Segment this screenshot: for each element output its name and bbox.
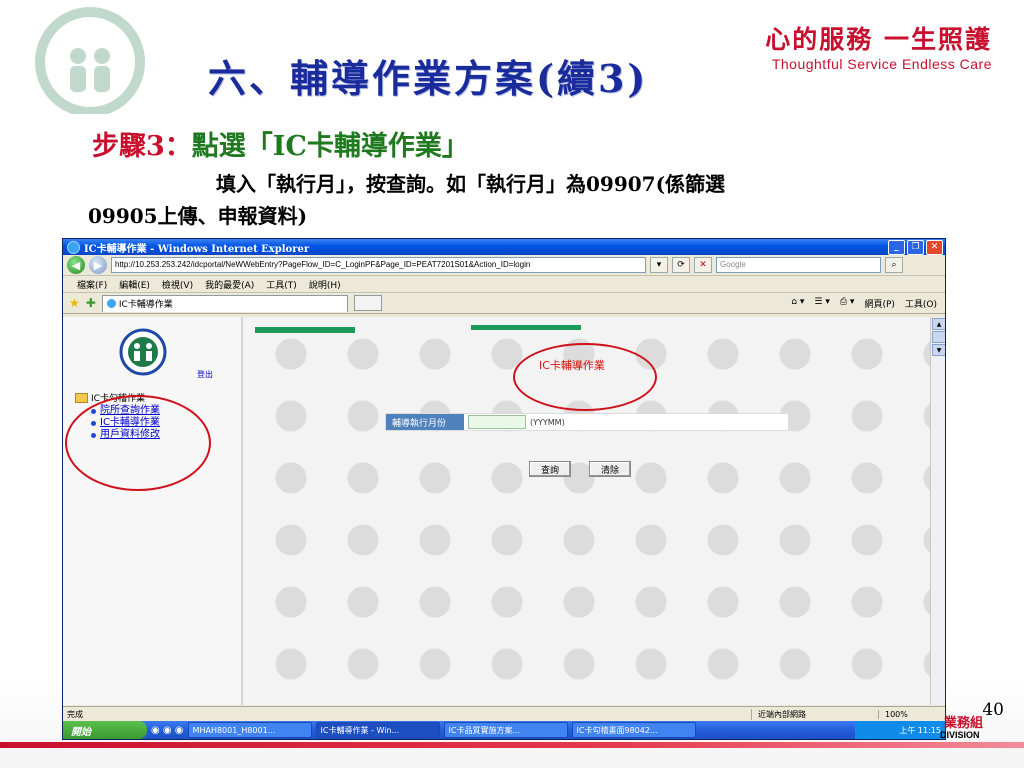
dropdown-icon[interactable]: ▾ [650,257,668,273]
page-number: 40 [982,700,1004,720]
tab-ie-icon [106,299,116,308]
slide-title: 六、輔導作業方案(續3) [208,56,649,101]
feeds-icon[interactable]: ☰ ▾ [814,297,829,310]
close-icon[interactable]: ✕ [926,239,943,255]
status-text: 完成 [67,709,83,719]
description-line-2: 09905上傳、申報資料) [88,204,308,228]
slogan-english: Thoughtful Service Endless Care [771,56,992,72]
command-bar: ⌂ ▾ ☰ ▾ ⎙ ▾ 網頁(P) 工具(O) [791,297,945,310]
menu-file[interactable]: 檔案(F) [77,278,107,291]
tab-ic-card[interactable]: IC卡輔導作業 [101,294,348,312]
logout-link[interactable]: 登出 [197,369,213,380]
quicklaunch-icons[interactable]: ◉ ◉ ◉ [151,725,184,736]
month-field-label: 輔導執行月份 [386,414,464,430]
maximize-icon[interactable]: ❐ [907,239,924,255]
tab-label: IC卡輔導作業 [118,300,173,310]
slogan-chinese: 心的服務 一生照護 [765,25,992,54]
browser-title: IC卡輔導作業 - Windows Internet Explorer [84,243,310,255]
minimize-icon[interactable]: _ [888,239,905,255]
month-input[interactable] [468,415,526,429]
bottom-stripe [0,742,1024,748]
print-icon[interactable]: ⎙ ▾ [840,297,855,310]
vertical-scrollbar[interactable]: ▲ ▼ [930,317,945,705]
footer-division-cn: 業務組 [944,716,984,731]
left-frame: 登出 IC卡勾稽作業 院所查詢作業 IC卡輔導作業 用戶資料修改 [63,317,243,705]
add-favorite-icon[interactable]: ✚ [86,296,96,310]
browser-window: IC卡輔導作業 - Windows Internet Explorer _ ❐ … [62,238,946,740]
highlight-circle-title [513,343,657,411]
refresh-icon[interactable]: ⟳ [672,257,690,273]
main-frame: IC卡輔導作業 輔導執行月份 (YYYMM) 查詢 清除 [243,317,931,705]
step-label: 步驟3： [92,131,192,162]
system-tray-clock[interactable]: 上午 11:15 [855,721,945,739]
scroll-thumb[interactable] [932,331,945,343]
highlight-circle-sidebar [65,395,211,491]
tools-menu[interactable]: 工具(O) [905,297,937,310]
menu-favorites[interactable]: 我的最愛(A) [205,278,254,291]
folder-icon [75,392,88,403]
menu-view[interactable]: 檢視(V) [162,278,193,291]
status-bar: 完成 近端內部網路 100% [63,706,945,721]
page-content: 登出 IC卡勾稽作業 院所查詢作業 IC卡輔導作業 用戶資料修改 IC卡輔導作業… [63,317,945,705]
nhi-logo-icon [119,328,167,376]
status-zone: 近端內部網路 [751,708,878,720]
zoom-level[interactable]: 100% [878,709,945,719]
scroll-down-icon[interactable]: ▼ [932,344,945,356]
new-tab-button[interactable] [353,295,382,311]
step-description: 填入「執行月」，按查詢。如「執行月」為09907(係篩選 09905上傳、申報資… [88,168,938,232]
step-heading: 步驟3：點選「IC卡輔導作業」 [92,124,469,163]
menu-tools[interactable]: 工具(T) [266,278,297,291]
taskbar-item[interactable]: IC卡輔導作業 - Win... [315,722,440,738]
header-bar-right [471,325,581,330]
taskbar-item[interactable]: IC卡品質實施方案... [443,722,568,738]
back-icon[interactable]: ◀ [67,256,85,274]
stop-icon[interactable]: ✕ [694,257,712,273]
search-input[interactable]: Google [716,257,881,273]
address-bar: ◀ ▶ http://10.253.253.242/idcportal/NeWW… [63,255,945,276]
footer-division-en: DIVISION [940,730,980,740]
home-icon[interactable]: ⌂ ▾ [791,297,804,310]
menu-edit[interactable]: 編輯(E) [119,278,150,291]
favorites-bar: ★ ✚ IC卡輔導作業 ⌂ ▾ ☰ ▾ ⎙ ▾ 網頁(P) 工具(O) [63,293,945,314]
query-button[interactable]: 查詢 [529,461,571,477]
taskbar-item[interactable]: IC卡勾稽畫面98042... [571,722,696,738]
bureau-logo-watermark [35,7,145,114]
header-bar-left [255,327,355,333]
scroll-up-icon[interactable]: ▲ [932,318,945,330]
taskbar-item[interactable]: MHAH8001_H8001... [187,722,312,738]
description-line-1: 填入「執行月」，按查詢。如「執行月」為09907(係篩選 [216,172,726,196]
favorites-star-icon[interactable]: ★ [69,296,80,310]
menu-help[interactable]: 說明(H) [309,278,341,291]
page-menu[interactable]: 網頁(P) [864,297,894,310]
month-format-hint: (YYYMM) [530,417,565,427]
windows-taskbar: 開始 ◉ ◉ ◉ MHAH8001_H8001... IC卡輔導作業 - Win… [63,721,945,739]
step-name: 點選「IC卡輔導作業」 [191,131,469,162]
search-icon[interactable]: ⌕ [885,257,903,273]
ie-icon [67,240,80,254]
forward-icon[interactable]: ▶ [89,256,107,274]
menu-bar: 檔案(F) 編輯(E) 檢視(V) 我的最愛(A) 工具(T) 說明(H) [63,276,945,293]
clear-button[interactable]: 清除 [589,461,631,477]
url-input[interactable]: http://10.253.253.242/idcportal/NeWWebEn… [111,257,646,273]
browser-titlebar: IC卡輔導作業 - Windows Internet Explorer _ ❐ … [63,239,945,255]
start-button[interactable]: 開始 [63,721,147,739]
month-field-row: 輔導執行月份 (YYYMM) [385,413,789,431]
